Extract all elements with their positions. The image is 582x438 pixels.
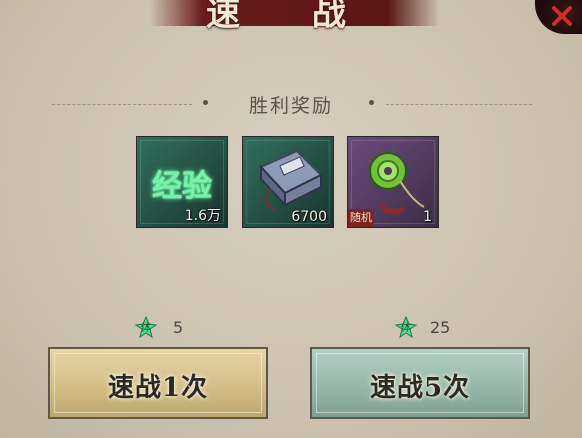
reward-count: 6700: [291, 209, 327, 225]
exp-icon: 经验: [152, 169, 212, 204]
divider-right: [386, 104, 532, 105]
dialog-title: 速 战: [206, 0, 376, 34]
reward-count: 1.6万: [184, 208, 221, 224]
quick-battle-5-button[interactable]: 速战5次: [310, 347, 530, 419]
reward-pendant[interactable]: 随机 1: [347, 136, 439, 228]
quick-battle-1-label: 速战1次: [107, 373, 209, 403]
svg-text:体: 体: [141, 322, 151, 334]
stamina-cost-1: 5: [173, 318, 184, 337]
stamina-icon: 体: [134, 315, 158, 339]
stamina-cost-5: 25: [430, 318, 451, 337]
divider-dot-right: [369, 100, 374, 105]
quick-battle-5-label: 速战5次: [369, 373, 471, 403]
book-icon: [259, 149, 323, 211]
close-icon[interactable]: [548, 2, 576, 30]
svg-text:体: 体: [401, 322, 411, 334]
reward-book[interactable]: 6700: [242, 136, 334, 228]
stamina-icon: 体: [394, 315, 418, 339]
random-tag: 随机: [348, 209, 374, 227]
reward-count: 1: [423, 209, 432, 225]
reward-exp[interactable]: 经验 1.6万: [136, 136, 228, 228]
quick-battle-1-button[interactable]: 速战1次: [48, 347, 268, 419]
